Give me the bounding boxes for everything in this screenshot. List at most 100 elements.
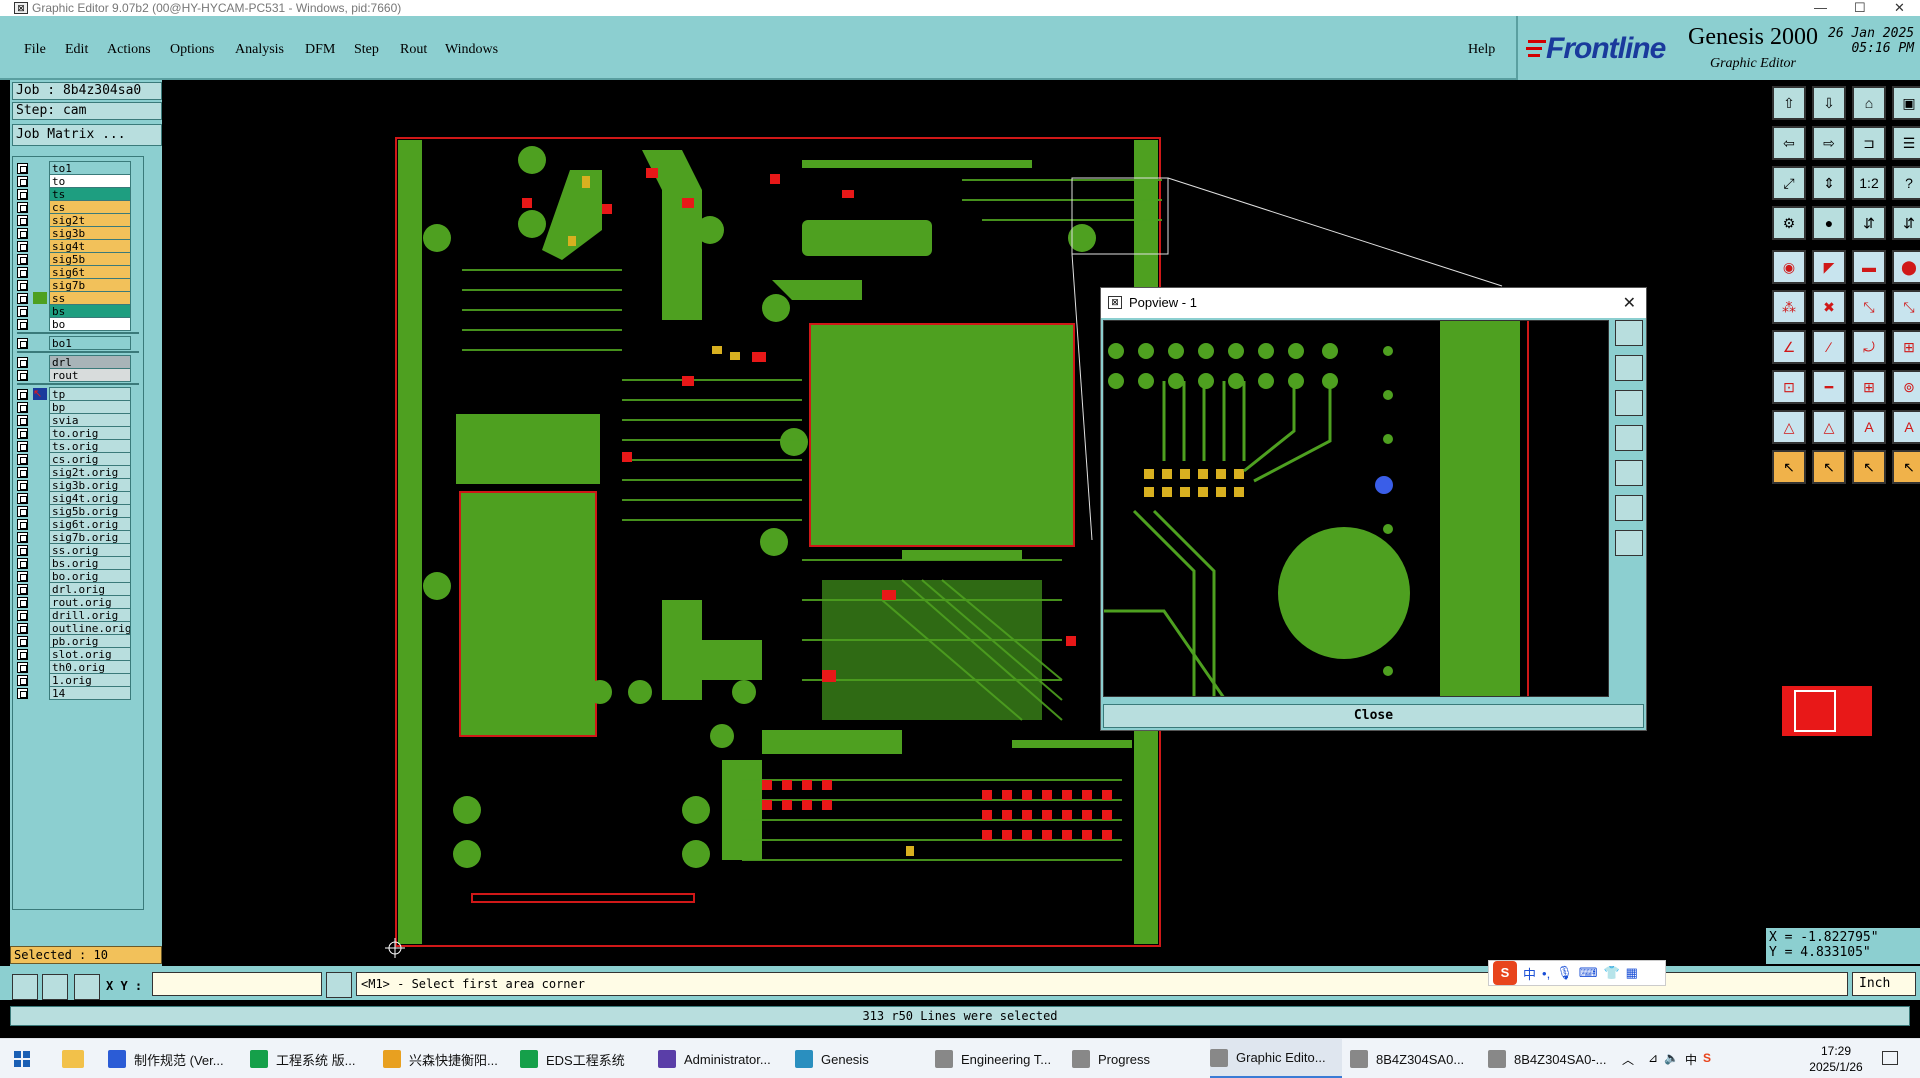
layer-name[interactable]: ts [49, 187, 131, 201]
layer-checkbox[interactable] [17, 661, 28, 673]
ime-mic-icon[interactable]: 🎙 [1556, 965, 1573, 981]
layer-name[interactable]: cs [49, 200, 131, 214]
maximize-button[interactable]: ☐ [1854, 0, 1866, 16]
menu-file[interactable]: File [24, 42, 46, 58]
taskbar-item[interactable]: Genesis [795, 1039, 927, 1078]
measure-tool-button[interactable] [42, 974, 68, 1000]
layer-checkbox[interactable] [17, 635, 28, 647]
layer-checkbox[interactable] [17, 318, 28, 330]
layer-row[interactable]: sig3b.orig [17, 478, 131, 492]
layer-row[interactable]: ss [17, 291, 131, 305]
layer-name[interactable]: bo [49, 317, 131, 331]
layer-row[interactable]: sig5b.orig [17, 504, 131, 518]
tool-button-15[interactable]: ⇵ [1852, 206, 1886, 240]
layer-row[interactable]: 1.orig [17, 673, 131, 687]
layer-row[interactable]: ts [17, 187, 131, 201]
layer-checkbox[interactable] [17, 214, 28, 226]
layer-name[interactable]: outline.orig [49, 621, 131, 635]
file-explorer-icon[interactable] [62, 1050, 84, 1068]
notifications-icon[interactable] [1882, 1051, 1898, 1065]
tool-button-38[interactable]: ↖ [1812, 450, 1846, 484]
layer-checkbox[interactable] [17, 440, 28, 452]
tool-button-7[interactable]: ⊐ [1852, 126, 1886, 160]
layer-row[interactable]: drl.orig [17, 582, 131, 596]
tool-button-10[interactable]: ⇕ [1812, 166, 1846, 200]
tool-button-20[interactable]: ⬤ [1892, 250, 1920, 284]
layer-row[interactable]: bs [17, 304, 131, 318]
layer-name[interactable]: 14 [49, 686, 131, 700]
layer-checkbox[interactable] [17, 427, 28, 439]
layer-name[interactable]: bo1 [49, 336, 131, 350]
ime-skin-icon[interactable]: 👕 [1603, 965, 1619, 981]
menu-dfm[interactable]: DFM [305, 42, 335, 58]
popview-tool-5[interactable] [1615, 460, 1643, 486]
tool-button-11[interactable]: 1:2 [1852, 166, 1886, 200]
layer-checkbox[interactable] [17, 674, 28, 686]
layer-row[interactable]: sig4t [17, 239, 131, 253]
layer-row[interactable]: bs.orig [17, 556, 131, 570]
ime-keyboard-icon[interactable]: ⌨ [1579, 965, 1598, 981]
tool-button-2[interactable]: ⇩ [1812, 86, 1846, 120]
layer-checkbox[interactable] [17, 570, 28, 582]
overview-minimap[interactable] [1782, 686, 1872, 736]
layer-row[interactable]: bo [17, 317, 131, 331]
popview-close-button[interactable]: Close [1103, 704, 1644, 728]
layer-name[interactable]: to1 [49, 161, 131, 175]
popview-tool-2[interactable] [1615, 355, 1643, 381]
layer-row[interactable]: 14 [17, 686, 131, 700]
layer-name[interactable]: to [49, 174, 131, 188]
layer-name[interactable]: pb.orig [49, 634, 131, 648]
menu-rout[interactable]: Rout [400, 42, 427, 58]
taskbar-item[interactable]: EDS工程系统 [520, 1039, 652, 1078]
tray-chevron-icon[interactable]: ︿ [1622, 1051, 1634, 1068]
layer-row[interactable]: sig6t [17, 265, 131, 279]
layer-checkbox[interactable] [17, 253, 28, 265]
layer-checkbox[interactable] [17, 596, 28, 608]
layer-name[interactable]: 1.orig [49, 673, 131, 687]
layer-row[interactable]: pb.orig [17, 634, 131, 648]
taskbar-item[interactable]: Administrator... [658, 1039, 790, 1078]
layer-name[interactable]: tp [49, 387, 131, 401]
layer-row[interactable]: th0.orig [17, 660, 131, 674]
layer-checkbox[interactable] [17, 188, 28, 200]
info-button[interactable] [326, 972, 352, 998]
layer-row[interactable]: drill.orig [17, 608, 131, 622]
ime-menu-icon[interactable]: ▦ [1626, 965, 1638, 981]
layer-checkbox[interactable] [17, 337, 28, 349]
tool-button-22[interactable]: ✖ [1812, 290, 1846, 324]
ime-punct-icon[interactable]: •, [1542, 966, 1550, 981]
xy-input[interactable] [152, 972, 322, 996]
tool-button-19[interactable]: ▬ [1852, 250, 1886, 284]
layer-name[interactable]: rout.orig [49, 595, 131, 609]
grid-tool-button[interactable] [74, 974, 100, 1000]
layer-row[interactable]: rout [17, 368, 131, 382]
tool-button-28[interactable]: ⊞ [1892, 330, 1920, 364]
menu-edit[interactable]: Edit [65, 42, 88, 58]
layer-name[interactable]: sig3b [49, 226, 131, 240]
layer-name[interactable]: svia [49, 413, 131, 427]
tool-button-29[interactable]: ⊡ [1772, 370, 1806, 404]
layer-row[interactable]: ts.orig [17, 439, 131, 453]
layer-checkbox[interactable] [17, 505, 28, 517]
layer-checkbox[interactable] [17, 162, 28, 174]
layer-row[interactable]: ↖ tp [17, 387, 131, 401]
menu-options[interactable]: Options [170, 42, 214, 58]
layer-name[interactable]: sig7b [49, 278, 131, 292]
tool-button-30[interactable]: ━ [1812, 370, 1846, 404]
tool-button-12[interactable]: ? [1892, 166, 1920, 200]
layer-checkbox[interactable] [17, 687, 28, 699]
ime-lang[interactable]: 中 [1523, 964, 1536, 983]
popview-canvas[interactable] [1103, 320, 1609, 697]
layer-name[interactable]: bo.orig [49, 569, 131, 583]
layer-name[interactable]: slot.orig [49, 647, 131, 661]
layer-row[interactable]: sig2t.orig [17, 465, 131, 479]
tool-button-16[interactable]: ⇵ [1892, 206, 1920, 240]
layer-row[interactable]: bo1 [17, 336, 131, 350]
menu-actions[interactable]: Actions [107, 42, 151, 58]
tray-network-icon[interactable]: ⊿ [1648, 1051, 1658, 1067]
tool-button-13[interactable]: ⚙ [1772, 206, 1806, 240]
tool-button-8[interactable]: ☰ [1892, 126, 1920, 160]
layer-row[interactable]: sig7b [17, 278, 131, 292]
layer-checkbox[interactable] [17, 175, 28, 187]
menu-windows[interactable]: Windows [445, 42, 498, 58]
